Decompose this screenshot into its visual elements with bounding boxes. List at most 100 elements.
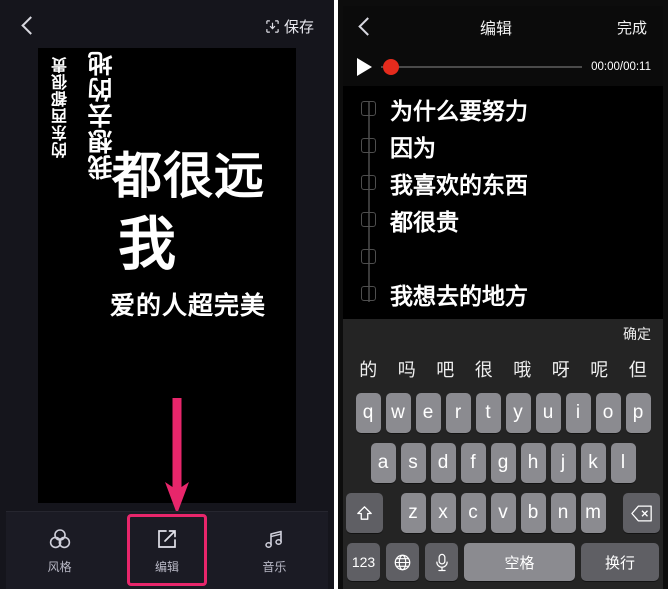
key-f[interactable]: f bbox=[460, 443, 486, 483]
microphone-icon bbox=[435, 553, 448, 571]
globe-key[interactable] bbox=[386, 543, 419, 581]
key-v[interactable]: v bbox=[490, 493, 516, 533]
backspace-key[interactable] bbox=[623, 493, 660, 533]
key-t[interactable]: t bbox=[475, 393, 501, 433]
key-u[interactable]: u bbox=[535, 393, 561, 433]
left-bottom-tabbar: 风格 编辑 音乐 bbox=[6, 511, 328, 589]
shift-up-arrow-icon bbox=[357, 505, 372, 520]
progress-slider[interactable] bbox=[381, 59, 583, 75]
candidate-3[interactable]: 很 bbox=[475, 356, 493, 382]
list-item[interactable]: 我想去的地方 bbox=[343, 275, 663, 310]
time-label: 00:00/00:11 bbox=[591, 61, 651, 73]
key-i[interactable]: i bbox=[565, 393, 591, 433]
left-phone-panel: 保存 的东西都很贵 我想去的地 都很远 我 爱的人超完美 风格 编辑 音乐 bbox=[0, 0, 334, 589]
poster-big-line-3: 爱的人超完美 bbox=[110, 292, 267, 320]
return-key[interactable]: 换行 bbox=[581, 543, 659, 581]
key-l[interactable]: l bbox=[610, 443, 636, 483]
candidate-7[interactable]: 但 bbox=[629, 356, 647, 382]
keyboard-row-4: 123 空格 换行 bbox=[343, 543, 663, 581]
candidate-2[interactable]: 吧 bbox=[436, 356, 454, 382]
key-e[interactable]: e bbox=[415, 393, 441, 433]
key-s[interactable]: s bbox=[400, 443, 426, 483]
tab-style[interactable]: 风格 bbox=[6, 512, 113, 589]
key-r[interactable]: r bbox=[445, 393, 471, 433]
list-item[interactable]: 因为 bbox=[343, 127, 663, 164]
onscreen-keyboard: 确定 的 吗 吧 很 哦 呀 呢 但 q w e r t y u i o p a… bbox=[343, 319, 663, 589]
tab-music-label: 音乐 bbox=[262, 559, 287, 574]
lyric-list: 为什么要努力 因为 我喜欢的东西 都很贵 我想去的地方 bbox=[343, 86, 663, 310]
key-a[interactable]: a bbox=[370, 443, 396, 483]
chevron-left-icon[interactable] bbox=[355, 17, 375, 37]
lyric-checkbox[interactable] bbox=[361, 101, 376, 116]
key-z[interactable]: z bbox=[400, 493, 426, 533]
left-header: 保存 bbox=[6, 6, 328, 46]
key-w[interactable]: w bbox=[385, 393, 411, 433]
key-n[interactable]: n bbox=[550, 493, 576, 533]
keyboard-row-1: q w e r t y u i o p bbox=[343, 393, 663, 433]
microphone-key[interactable] bbox=[425, 543, 458, 581]
confirm-button[interactable]: 确定 bbox=[623, 324, 651, 344]
poster-vertical-line-1: 的东西都很贵 bbox=[53, 56, 70, 158]
numeric-key[interactable]: 123 bbox=[347, 543, 380, 581]
tab-edit[interactable]: 编辑 bbox=[113, 512, 220, 589]
lyric-text: 都很贵 bbox=[390, 208, 459, 235]
key-q[interactable]: q bbox=[355, 393, 381, 433]
candidate-0[interactable]: 的 bbox=[359, 356, 377, 382]
lyric-checkbox[interactable] bbox=[361, 175, 376, 190]
key-p[interactable]: p bbox=[625, 393, 651, 433]
candidate-6[interactable]: 呢 bbox=[590, 356, 608, 382]
key-c[interactable]: c bbox=[460, 493, 486, 533]
lyric-checkbox[interactable] bbox=[361, 286, 376, 301]
shift-key[interactable] bbox=[346, 493, 383, 533]
save-button[interactable]: 保存 bbox=[265, 16, 314, 37]
poster-big-line-2: 我 bbox=[118, 212, 177, 277]
space-key[interactable]: 空格 bbox=[464, 543, 575, 581]
candidate-4[interactable]: 哦 bbox=[513, 356, 531, 382]
done-button[interactable]: 完成 bbox=[617, 17, 647, 38]
lyric-checkbox[interactable] bbox=[361, 138, 376, 153]
list-item[interactable]: 都很贵 bbox=[343, 201, 663, 238]
audio-player-bar: 00:00/00:11 bbox=[343, 48, 663, 86]
chevron-left-icon[interactable] bbox=[18, 16, 38, 36]
pencil-square-edit-icon bbox=[158, 529, 176, 548]
timeline-connector bbox=[368, 102, 370, 302]
progress-handle[interactable] bbox=[383, 59, 399, 75]
keyboard-row-3: z x c v b n m bbox=[343, 493, 663, 533]
lyric-text: 我喜欢的东西 bbox=[390, 171, 528, 198]
key-o[interactable]: o bbox=[595, 393, 621, 433]
candidate-1[interactable]: 吗 bbox=[398, 356, 416, 382]
list-item[interactable]: 我喜欢的东西 bbox=[343, 164, 663, 201]
backspace-delete-icon bbox=[630, 505, 652, 521]
keyboard-confirm-row: 确定 bbox=[343, 319, 663, 349]
tab-music[interactable]: 音乐 bbox=[221, 512, 328, 589]
key-x[interactable]: x bbox=[430, 493, 456, 533]
key-k[interactable]: k bbox=[580, 443, 606, 483]
play-triangle-icon[interactable] bbox=[357, 58, 372, 76]
key-j[interactable]: j bbox=[550, 443, 576, 483]
keyboard-letters-zxcvbnm: z x c v b n m bbox=[400, 493, 606, 533]
key-g[interactable]: g bbox=[490, 443, 516, 483]
poster-big-line-1: 都很远 bbox=[112, 148, 265, 204]
save-download-icon bbox=[266, 19, 279, 33]
list-item[interactable]: 为什么要努力 bbox=[343, 90, 663, 127]
candidate-row: 的 吗 吧 很 哦 呀 呢 但 bbox=[343, 349, 663, 389]
keyboard-row-2: a s d f g h j k l bbox=[343, 443, 663, 483]
globe-language-icon bbox=[394, 554, 411, 570]
key-b[interactable]: b bbox=[520, 493, 546, 533]
poster-canvas[interactable]: 的东西都很贵 我想去的地 都很远 我 爱的人超完美 bbox=[38, 48, 296, 503]
lyric-checkbox[interactable] bbox=[361, 249, 376, 264]
key-d[interactable]: d bbox=[430, 443, 456, 483]
key-h[interactable]: h bbox=[520, 443, 546, 483]
left-phone-screen: 保存 的东西都很贵 我想去的地 都很远 我 爱的人超完美 风格 编辑 音乐 bbox=[6, 6, 328, 589]
key-y[interactable]: y bbox=[505, 393, 531, 433]
screenshot-stage: 保存 的东西都很贵 我想去的地 都很远 我 爱的人超完美 风格 编辑 音乐 编辑… bbox=[0, 0, 668, 589]
candidate-5[interactable]: 呀 bbox=[552, 356, 570, 382]
right-header: 编辑 完成 bbox=[343, 6, 663, 48]
list-item[interactable] bbox=[343, 238, 663, 275]
lyric-checkbox[interactable] bbox=[361, 212, 376, 227]
page-title: 编辑 bbox=[479, 21, 512, 38]
save-label: 保存 bbox=[283, 18, 314, 36]
key-m[interactable]: m bbox=[580, 493, 606, 533]
lyric-text: 我想去的地方 bbox=[390, 282, 528, 309]
progress-track bbox=[381, 66, 583, 68]
